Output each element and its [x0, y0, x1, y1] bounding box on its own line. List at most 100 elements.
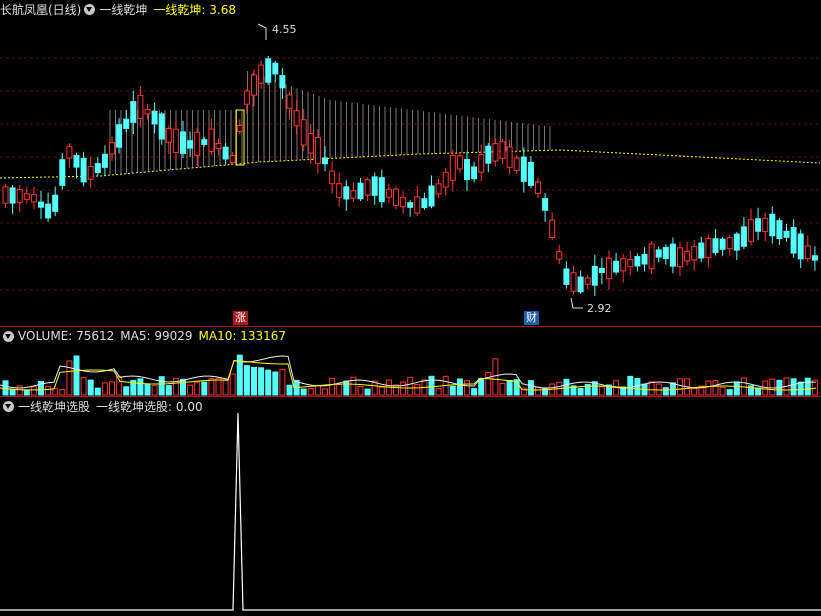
volume-bar — [804, 377, 811, 396]
volume-bar — [407, 376, 414, 396]
chevron-down-icon[interactable] — [3, 400, 14, 412]
candle-up — [251, 74, 257, 96]
volume-bar — [300, 388, 307, 396]
candle-up — [684, 250, 691, 262]
candle-down — [45, 203, 52, 219]
candle-down — [371, 176, 378, 196]
volume-bar — [52, 388, 59, 396]
volume-bar — [329, 377, 336, 396]
signal-panel-header: 一线乾坤选股 一线乾坤选股: 0.00 — [0, 397, 203, 415]
candle-up — [535, 181, 541, 195]
candle-down — [542, 198, 549, 211]
candle-up — [109, 142, 115, 155]
volume-bar — [677, 378, 683, 396]
price-panel-header: 长航凤凰(日线) 一线乾坤 一线乾坤: 3.68 — [0, 0, 236, 18]
volume-bar — [492, 358, 499, 396]
volume-bar — [194, 381, 201, 396]
candle-up — [400, 196, 407, 208]
volume-bar — [456, 378, 463, 396]
signal-panel[interactable]: 一线乾坤选股 一线乾坤选股: 0.00 — [0, 397, 821, 616]
candle-up — [300, 119, 307, 146]
volume-bar — [258, 367, 265, 396]
cai-marker[interactable]: 财 — [524, 311, 539, 325]
volume-bar — [23, 389, 30, 396]
volume-bar — [336, 383, 343, 396]
candlestick-chart[interactable] — [0, 0, 821, 326]
candle-up — [16, 189, 23, 204]
candle-up — [492, 143, 499, 162]
volume-bar — [144, 384, 151, 396]
chevron-down-icon[interactable] — [3, 330, 14, 342]
candle-down — [38, 201, 44, 208]
chevron-down-icon[interactable] — [84, 3, 96, 15]
candle-down — [279, 75, 286, 89]
candle-down — [598, 267, 605, 273]
candle-down — [634, 256, 641, 267]
indicator-name[interactable]: 一线乾坤 — [99, 1, 147, 18]
volume-label: VOLUME: 75612 — [18, 329, 115, 343]
candle-down — [719, 238, 726, 250]
price-title: 长航凤凰(日线) — [0, 2, 82, 17]
candle-up — [726, 237, 733, 250]
candle-up — [87, 165, 94, 180]
volume-bar — [648, 381, 655, 396]
candle-up — [499, 141, 506, 159]
candle-up — [314, 137, 321, 164]
volume-bar — [414, 383, 421, 396]
volume-bar — [343, 380, 350, 396]
candle-down — [357, 182, 364, 200]
volume-panel[interactable]: VOLUME: 75612 MA5: 99029 MA10: 133167 — [0, 327, 821, 396]
price-panel[interactable]: 长航凤凰(日线) 一线乾坤 一线乾坤: 3.68 4.55 2.92 涨 财 — [0, 0, 821, 326]
candle-up — [329, 170, 336, 185]
volume-bar — [769, 378, 776, 396]
candle-up — [393, 188, 399, 207]
candle-up — [456, 155, 463, 170]
volume-bar — [691, 388, 698, 396]
volume-bar — [322, 388, 328, 396]
candle-up — [648, 243, 655, 270]
volume-bar — [393, 384, 399, 396]
signal-chart[interactable] — [0, 397, 821, 616]
low-marker-line — [570, 297, 583, 309]
candle-up — [570, 272, 577, 292]
volume-bar — [535, 386, 541, 396]
candle-up — [30, 194, 37, 203]
candle-down — [811, 255, 818, 261]
candle-down — [783, 230, 790, 238]
candle-up — [336, 183, 343, 198]
candle-up — [23, 193, 30, 200]
volume-bar — [527, 380, 534, 396]
volume-bar — [180, 378, 186, 396]
high-price-label: 4.55 — [272, 23, 297, 36]
candle-down — [123, 118, 130, 129]
candle-down — [641, 253, 648, 265]
volume-bar — [733, 381, 740, 396]
volume-bar — [286, 384, 293, 396]
volume-bar — [499, 382, 506, 396]
volume-bar — [400, 381, 407, 396]
candle-up — [556, 251, 563, 260]
volume-bar — [357, 386, 364, 396]
volume-bar — [712, 380, 719, 396]
candle-down — [464, 159, 470, 180]
volume-bar — [80, 377, 87, 396]
candle-down — [669, 243, 676, 267]
candle-up — [364, 179, 371, 196]
zhang-marker[interactable]: 涨 — [233, 311, 248, 325]
volume-bar — [449, 385, 456, 396]
candle-up — [194, 131, 201, 156]
signal-line — [0, 412, 821, 611]
volume-bar — [272, 371, 279, 396]
volume-bar — [279, 368, 286, 396]
volume-bar — [662, 387, 669, 396]
candle-down — [655, 249, 662, 258]
volume-bar — [428, 375, 435, 396]
volume-bar — [151, 385, 158, 396]
candle-down — [698, 242, 705, 259]
volume-bar — [158, 376, 165, 396]
volume-bar — [222, 379, 229, 396]
volume-bar — [577, 387, 584, 396]
indicator-line — [0, 149, 821, 179]
volume-bar — [208, 378, 215, 396]
ma10-label: MA10: 133167 — [198, 329, 287, 343]
